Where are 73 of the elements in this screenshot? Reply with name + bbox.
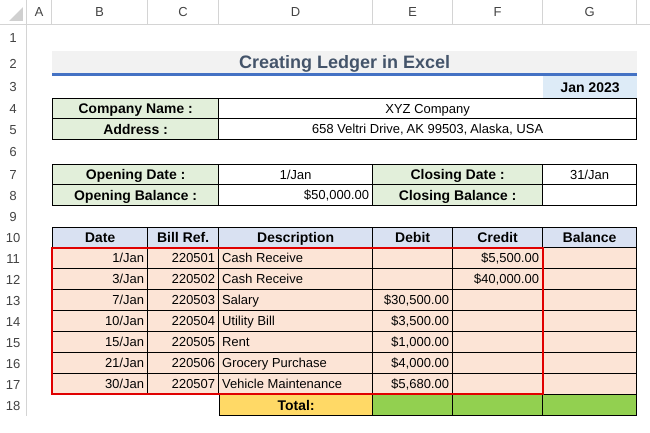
- table-cell: $40,000.00: [453, 269, 543, 290]
- table-cell: 220506: [148, 353, 219, 374]
- row-header[interactable]: 1: [0, 25, 27, 51]
- row-header[interactable]: 8: [0, 185, 27, 206]
- table-cell: $4,000.00: [373, 353, 453, 374]
- table-cell: 220502: [148, 269, 219, 290]
- table-cell: 1/Jan: [219, 164, 373, 185]
- table-cell: Cash Receive: [219, 269, 373, 290]
- row-header[interactable]: 6: [0, 140, 27, 164]
- row-header[interactable]: 7: [0, 164, 27, 185]
- row-header[interactable]: 15: [0, 332, 27, 353]
- row-header[interactable]: 3: [0, 76, 27, 98]
- label-cell: Opening Balance :: [52, 185, 219, 206]
- row-header[interactable]: 4: [0, 98, 27, 119]
- row-header[interactable]: 11: [0, 248, 27, 269]
- select-all-icon[interactable]: [9, 7, 23, 21]
- row-header[interactable]: 16: [0, 353, 27, 374]
- table-cell: 220504: [148, 311, 219, 332]
- table-cell: Salary: [219, 290, 373, 311]
- table-cell: 220503: [148, 290, 219, 311]
- table-cell: $5,500.00: [453, 248, 543, 269]
- row-header[interactable]: 9: [0, 206, 27, 227]
- label-cell: Closing Date :: [373, 164, 543, 185]
- table-cell: 658 Veltri Drive, AK 99503, Alaska, USA: [219, 119, 637, 140]
- table-cell: 7/Jan: [52, 290, 148, 311]
- table-cell: 220505: [148, 332, 219, 353]
- table-cell: 1/Jan: [52, 248, 148, 269]
- row-header[interactable]: 10: [0, 227, 27, 248]
- table-cell: $5,680.00: [373, 374, 453, 395]
- total-label: Total:: [219, 395, 373, 416]
- row-header[interactable]: 17: [0, 374, 27, 395]
- table-cell: Vehicle Maintenance: [219, 374, 373, 395]
- column-heading: Credit: [453, 227, 543, 248]
- table-cell: 10/Jan: [52, 311, 148, 332]
- month-cell: Jan 2023: [543, 76, 637, 98]
- table-cell: Cash Receive: [219, 248, 373, 269]
- row-header[interactable]: 5: [0, 119, 27, 140]
- table-cell: Grocery Purchase: [219, 353, 373, 374]
- table-cell: XYZ Company: [219, 98, 637, 119]
- table-cell: 220501: [148, 248, 219, 269]
- label-cell: Address :: [52, 119, 219, 140]
- label-cell: Opening Date :: [52, 164, 219, 185]
- column-heading: Bill Ref.: [148, 227, 219, 248]
- table-cell: $30,500.00: [373, 290, 453, 311]
- row-header[interactable]: 12: [0, 269, 27, 290]
- column-header[interactable]: B: [52, 0, 148, 24]
- label-cell: Company Name :: [52, 98, 219, 119]
- column-heading: Description: [219, 227, 373, 248]
- sheet-title: Creating Ledger in Excel: [52, 51, 637, 76]
- table-cell: Rent: [219, 332, 373, 353]
- table-cell: 3/Jan: [52, 269, 148, 290]
- column-header[interactable]: D: [219, 0, 373, 24]
- row-header[interactable]: 13: [0, 290, 27, 311]
- label-cell: Closing Balance :: [373, 185, 543, 206]
- column-header[interactable]: G: [543, 0, 637, 24]
- table-cell: 30/Jan: [52, 374, 148, 395]
- column-header[interactable]: F: [453, 0, 543, 24]
- column-heading: Date: [52, 227, 148, 248]
- column-header[interactable]: C: [148, 0, 219, 24]
- column-header[interactable]: A: [27, 0, 52, 24]
- column-heading: Balance: [543, 227, 637, 248]
- table-cell: Utility Bill: [219, 311, 373, 332]
- row-header[interactable]: 2: [0, 51, 27, 76]
- row-header[interactable]: 18: [0, 395, 27, 416]
- column-heading: Debit: [373, 227, 453, 248]
- table-cell: $1,000.00: [373, 332, 453, 353]
- row-header[interactable]: 14: [0, 311, 27, 332]
- table-cell: 31/Jan: [543, 164, 637, 185]
- table-cell: 15/Jan: [52, 332, 148, 353]
- table-cell: $3,500.00: [373, 311, 453, 332]
- table-cell: 220507: [148, 374, 219, 395]
- column-header[interactable]: E: [373, 0, 453, 24]
- table-cell: 21/Jan: [52, 353, 148, 374]
